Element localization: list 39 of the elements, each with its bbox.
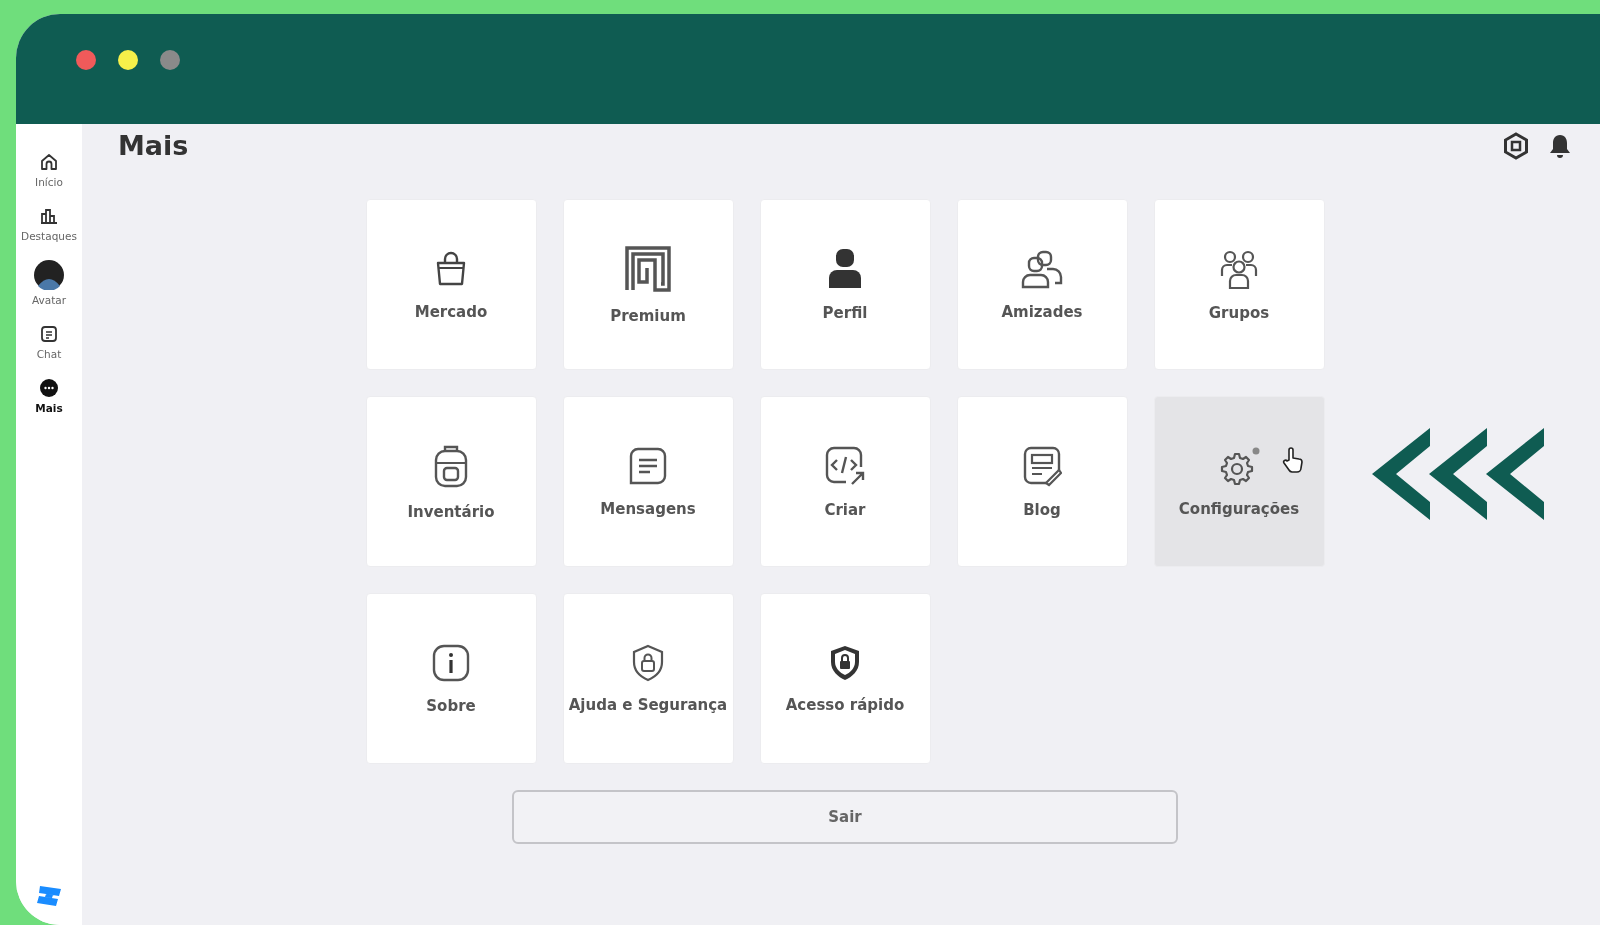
- shield-lock-icon: [631, 643, 665, 682]
- menu-tile[interactable]: Grupos: [1153, 199, 1325, 370]
- menu-tile[interactable]: Criar: [759, 396, 931, 567]
- menu-tile[interactable]: Ajuda e Segurança: [562, 593, 734, 764]
- person-icon: [827, 247, 863, 290]
- more-icon: [39, 378, 59, 398]
- premium-icon: [624, 244, 672, 293]
- logo-icon: [36, 885, 62, 907]
- people-icon: [1019, 248, 1065, 289]
- info-icon: [431, 642, 471, 683]
- sidebar-item[interactable]: Avatar: [31, 260, 67, 306]
- hand-cursor-icon: [1281, 447, 1304, 473]
- menu-tile[interactable]: Acesso rápido: [759, 593, 931, 764]
- menu-tile[interactable]: Amizades: [956, 199, 1128, 370]
- page-title: Mais: [118, 130, 189, 161]
- logout-button[interactable]: Sair: [512, 790, 1178, 844]
- sidebar-item[interactable]: Início: [35, 152, 63, 188]
- chat-icon: [39, 324, 59, 344]
- sidebar-item[interactable]: Chat: [36, 324, 62, 360]
- menu-tile[interactable]: Inventário: [365, 396, 537, 567]
- code-icon: [824, 444, 866, 487]
- currency-icon[interactable]: [1502, 131, 1530, 160]
- sidebar-item[interactable]: Destaques: [21, 206, 77, 242]
- menu-tile[interactable]: Mensagens: [562, 396, 734, 567]
- menu-tile[interactable]: Perfil: [759, 199, 931, 370]
- home-icon: [39, 152, 59, 172]
- menu-tile[interactable]: Configurações: [1153, 396, 1325, 567]
- chart-icon: [39, 206, 59, 226]
- window-control[interactable]: [118, 50, 138, 70]
- avatar-icon: [34, 260, 64, 290]
- menu-tile[interactable]: Premium: [562, 199, 734, 370]
- document-icon: [1022, 444, 1062, 487]
- message-icon: [628, 445, 668, 486]
- sidebar-item[interactable]: Mais: [35, 378, 63, 414]
- menu-tile[interactable]: Sobre: [365, 593, 537, 764]
- menu-tile[interactable]: Blog: [956, 396, 1128, 567]
- notification-bell-icon[interactable]: [1548, 132, 1572, 159]
- menu-tile[interactable]: Mercado: [365, 199, 537, 370]
- shield-lock-icon: [828, 643, 862, 682]
